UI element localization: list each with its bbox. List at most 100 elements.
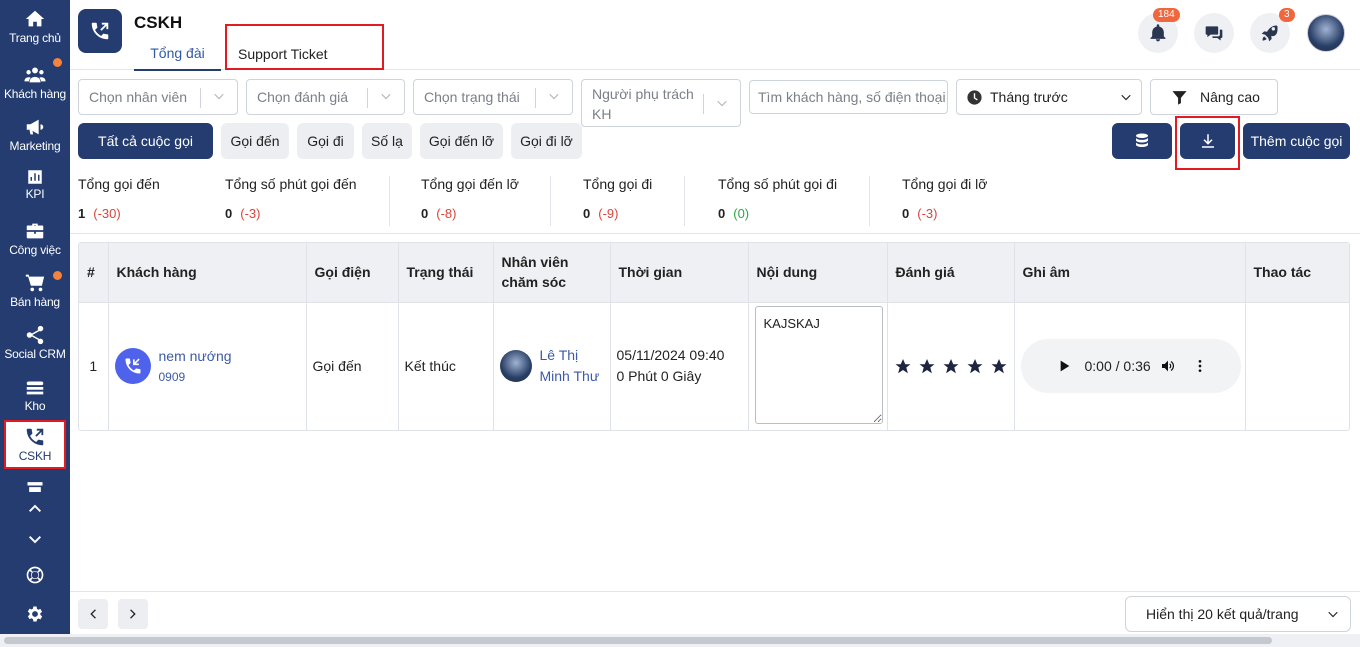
status-select[interactable]: Chọn trạng thái — [413, 79, 573, 115]
gear-icon — [27, 606, 43, 622]
sidebar-item-label: Khách hàng — [3, 87, 67, 101]
column-header[interactable]: Trạng thái — [398, 243, 494, 302]
database-icon — [1136, 133, 1148, 147]
stat-value: 0 — [902, 206, 910, 221]
chevron-down-icon — [1328, 611, 1338, 618]
notification-dot — [53, 58, 62, 67]
customer-phone-link[interactable]: 0909 — [159, 370, 232, 384]
updates-button[interactable]: 3 — [1250, 8, 1295, 53]
sidebar-item-social-crm[interactable]: Social CRM — [0, 316, 70, 368]
period-select[interactable]: Tháng trước — [956, 79, 1142, 115]
volume-icon[interactable] — [1160, 358, 1176, 374]
avatar[interactable] — [1307, 14, 1345, 52]
sidebar-scroll-down[interactable] — [0, 532, 70, 548]
filter-incoming[interactable]: Gọi đến — [221, 123, 289, 159]
rating-select-placeholder: Chọn đánh giá — [257, 89, 349, 105]
column-header[interactable]: Đánh giá — [887, 243, 1015, 302]
filter-outgoing[interactable]: Gọi đi — [297, 123, 354, 159]
sidebar-item-home[interactable]: Trang chủ — [0, 0, 70, 52]
column-header[interactable]: Gọi điện — [306, 243, 399, 302]
customer-name-link[interactable]: nem nướng — [159, 348, 232, 364]
add-call-button[interactable]: Thêm cuộc gọi — [1243, 123, 1350, 159]
phone-forward-icon — [26, 428, 44, 446]
owner-select[interactable]: Người phụ trách KH — [581, 79, 741, 127]
stat-missed-incoming: Tổng gọi đến lỡ 0 (-8) — [421, 176, 519, 226]
stat-delta: (0) — [733, 206, 750, 221]
note-textarea[interactable]: KAJSKAJ — [754, 305, 883, 424]
settings-button[interactable] — [0, 604, 70, 624]
play-icon[interactable] — [1056, 358, 1072, 374]
sidebar-item-kpi[interactable]: KPI — [0, 160, 70, 212]
sidebar-item-tasks[interactable]: Công việc — [0, 212, 70, 264]
sidebar-item-label: Trang chủ — [9, 31, 61, 45]
sidebar-item-warehouse[interactable]: Kho — [0, 368, 70, 420]
notifications-badge: 184 — [1153, 8, 1180, 22]
column-header[interactable]: Nhân viên chăm sóc — [493, 243, 611, 302]
table-row: 1 nem nướng 0909 Gọi đến Kết thúc Lê Thị… — [79, 301, 1349, 430]
rating-select[interactable]: Chọn đánh giá — [246, 79, 405, 115]
staff-name-link[interactable]: Lê Thị Minh Thư — [540, 345, 604, 387]
star-icon — [895, 358, 910, 373]
messages-button[interactable] — [1194, 13, 1234, 53]
notifications-button[interactable]: 184 — [1138, 8, 1180, 53]
sidebar-item-cskh[interactable]: CSKH — [4, 420, 66, 469]
sidebar-item-customers[interactable]: Khách hàng — [0, 56, 70, 108]
tab-tong-dai[interactable]: Tổng đài — [134, 45, 221, 71]
rocket-icon — [1261, 25, 1278, 42]
advanced-filter-button[interactable]: Nâng cao — [1150, 79, 1278, 115]
staff-select[interactable]: Chọn nhân viên — [78, 79, 238, 115]
column-header[interactable]: Khách hàng — [108, 243, 307, 302]
note-cell: KAJSKAJ — [748, 301, 888, 430]
owner-select-placeholder: Người phụ trách KH — [592, 86, 694, 122]
stat-delta: (-30) — [93, 206, 121, 221]
sidebar-item-more[interactable] — [0, 478, 70, 492]
column-header: Nội dung — [748, 243, 888, 302]
stat-value: 0 — [718, 206, 726, 221]
stat-value: 1 — [78, 206, 86, 221]
star-icon — [943, 358, 958, 373]
search-input[interactable] — [749, 80, 948, 114]
stat-total-incoming: Tổng gọi đến 1 (-30) — [78, 176, 160, 226]
filter-unknown-number[interactable]: Số lạ — [362, 123, 412, 159]
help-button[interactable] — [0, 565, 70, 585]
stack-icon — [26, 381, 44, 395]
sidebar-item-marketing[interactable]: Marketing — [0, 108, 70, 160]
filter-icon — [1172, 90, 1187, 105]
staff-avatar — [499, 350, 532, 383]
database-button[interactable] — [1112, 123, 1172, 159]
sidebar-item-label: Marketing — [9, 139, 61, 153]
column-header[interactable]: Thời gian — [610, 243, 749, 302]
download-button[interactable] — [1180, 123, 1235, 159]
chevron-down-icon — [549, 93, 559, 100]
filter-missed-outgoing[interactable]: Gọi đi lỡ — [511, 123, 582, 159]
stat-delta: (-3) — [240, 206, 261, 221]
per-page-select[interactable]: Hiển thị 20 kết quả/trang — [1125, 596, 1351, 632]
table-header: # Khách hàng Gọi điện Trạng thái Nhân vi… — [79, 243, 1349, 302]
bell-icon — [1150, 24, 1166, 42]
next-page-button[interactable] — [118, 599, 148, 629]
rating-stars[interactable] — [894, 357, 1008, 376]
tab-support-ticket[interactable]: Support Ticket — [225, 24, 384, 70]
period-select-value: Tháng trước — [990, 89, 1068, 105]
call-datetime: 05/11/2024 09:40 — [616, 347, 725, 364]
megaphone-icon — [26, 119, 44, 135]
stat-label: Tổng gọi đến lỡ — [421, 176, 519, 192]
chevron-down-icon — [381, 93, 391, 100]
audio-time: 0:00 / 0:36 — [1084, 358, 1151, 375]
stat-label: Tổng gọi đến — [78, 176, 160, 192]
sidebar-item-sales[interactable]: Bán hàng — [0, 264, 70, 316]
horizontal-scrollbar[interactable] — [0, 634, 1360, 647]
sidebar: Trang chủ Khách hàng Marketing KPI Công … — [0, 0, 70, 634]
filter-all-calls[interactable]: Tất cả cuộc gọi — [78, 123, 213, 159]
status-select-placeholder: Chọn trạng thái — [424, 89, 520, 105]
sidebar-item-label: Kho — [24, 399, 46, 413]
chevron-right-icon — [130, 609, 136, 619]
stat-value: 0 — [583, 206, 591, 221]
prev-page-button[interactable] — [78, 599, 108, 629]
users-icon — [24, 67, 46, 83]
stat-delta: (-8) — [436, 206, 457, 221]
sidebar-scroll-up[interactable] — [0, 500, 70, 516]
chevron-down-icon — [214, 93, 224, 100]
filter-missed-incoming[interactable]: Gọi đến lỡ — [420, 123, 503, 159]
more-options-icon[interactable] — [1192, 358, 1208, 374]
